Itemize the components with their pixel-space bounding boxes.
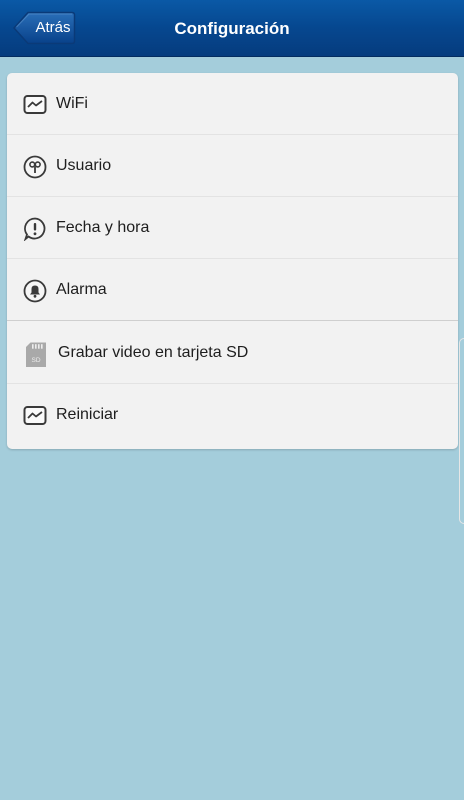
menu-label-restart: Reiniciar [56, 406, 119, 423]
menu-item-wifi[interactable]: WiFi [7, 73, 458, 135]
clock-icon [23, 217, 46, 241]
settings-list: WiFi Usuario Fecha y hora Alarma SD Grab… [7, 73, 458, 449]
top-navbar: Atrás Configuración [0, 0, 464, 57]
menu-item-sd-recording[interactable]: SD Grabar video en tarjeta SD [7, 322, 458, 384]
menu-label-date-time: Fecha y hora [56, 219, 150, 236]
menu-label-sd-recording: Grabar video en tarjeta SD [58, 344, 249, 361]
sd-card-icon: SD [26, 342, 46, 367]
wifi-icon [23, 95, 47, 114]
user-icon [23, 155, 47, 179]
menu-label-alarm: Alarma [56, 281, 107, 298]
menu-label-user: Usuario [56, 157, 112, 174]
restart-icon [23, 406, 47, 425]
menu-label-wifi: WiFi [56, 95, 88, 112]
sd-card-icon-text: SD [31, 357, 40, 364]
back-button[interactable]: Atrás [13, 11, 76, 45]
page-title: Configuración [174, 19, 290, 38]
back-button-label: Atrás [35, 19, 71, 36]
menu-item-user[interactable]: Usuario [7, 135, 458, 197]
menu-item-date-time[interactable]: Fecha y hora [7, 197, 458, 259]
offscreen-panel-edge [459, 338, 464, 524]
menu-item-alarm[interactable]: Alarma [7, 259, 458, 321]
bell-icon [23, 279, 47, 303]
menu-item-restart[interactable]: Reiniciar [7, 384, 458, 446]
